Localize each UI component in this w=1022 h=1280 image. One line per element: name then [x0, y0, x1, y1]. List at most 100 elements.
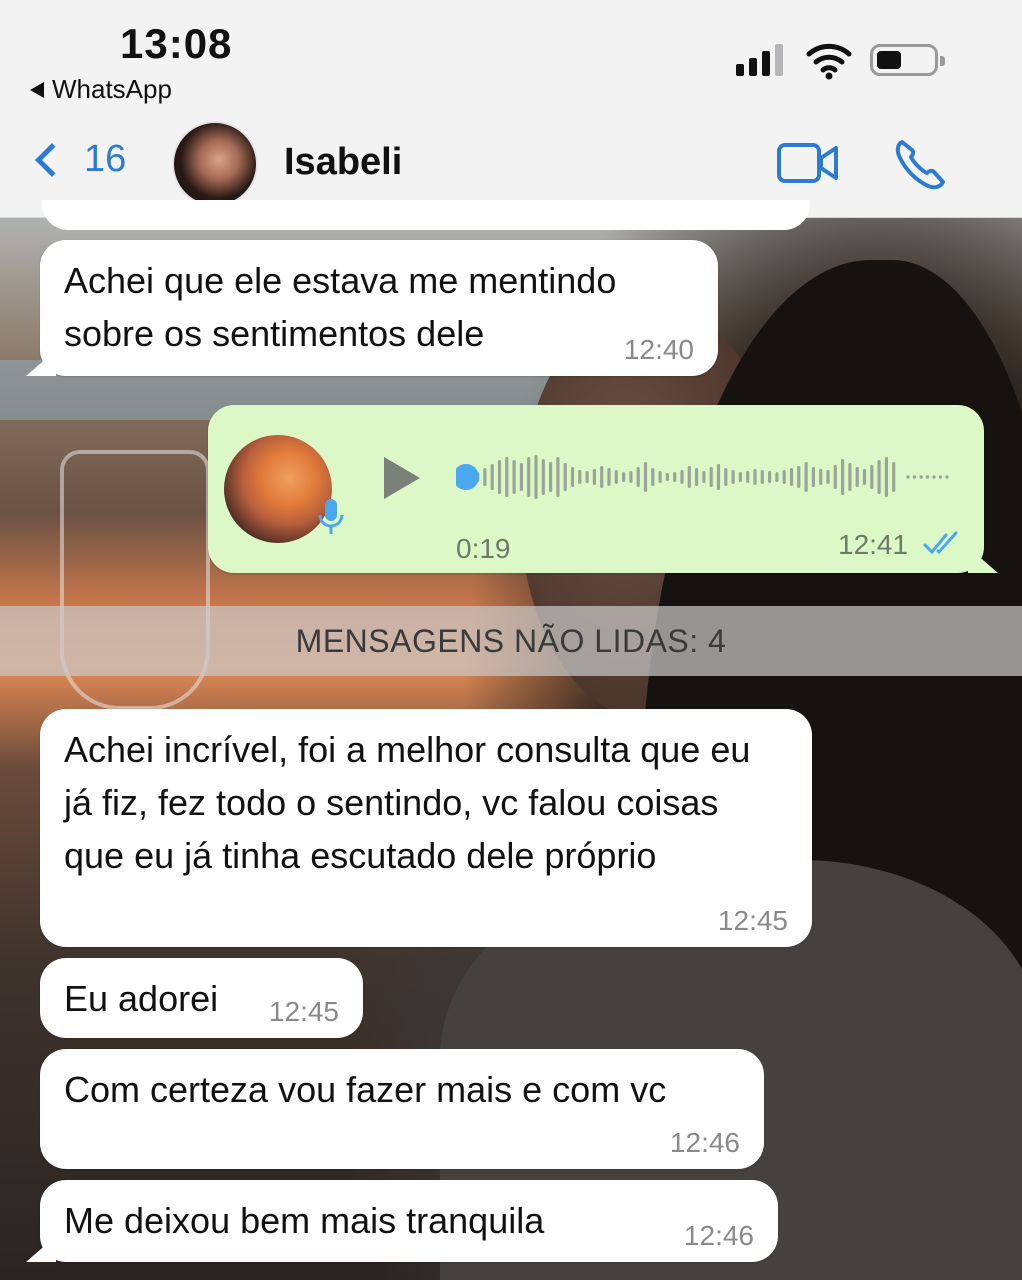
microphone-icon [318, 499, 344, 534]
waveform-bar [600, 466, 604, 488]
waveform-dot [912, 475, 917, 479]
outgoing-voice-message[interactable]: 0:19 12:41 [208, 405, 998, 573]
message-text: Achei que ele estava me mentindo sobre o… [64, 260, 617, 354]
waveform-bar [724, 468, 728, 486]
incoming-message[interactable]: Me deixou bem mais tranquila 12:46 [26, 1180, 778, 1262]
waveform-bar [892, 462, 896, 492]
waveform-bar [716, 464, 721, 490]
waveform-dot [919, 475, 923, 479]
contact-avatar[interactable] [172, 121, 258, 207]
message-text: Com certeza vou fazer mais e com vc [64, 1069, 667, 1110]
incoming-message[interactable]: Achei incrível, foi a melhor consulta qu… [40, 709, 812, 947]
unread-chats-count: 16 [84, 138, 127, 180]
waveform-bar [483, 468, 487, 486]
waveform-bar [549, 462, 553, 492]
waveform-bar [622, 472, 626, 482]
waveform-bar [826, 470, 830, 484]
waveform-bar [519, 463, 523, 491]
waveform-bar [797, 466, 801, 488]
waveform-bar [811, 467, 815, 487]
waveform-bar [768, 471, 772, 483]
waveform-bar [702, 471, 706, 483]
double-check-icon [923, 531, 958, 555]
play-icon[interactable] [384, 457, 420, 499]
back-to-app-link[interactable]: WhatsApp [30, 74, 172, 105]
waveform-dot [906, 475, 910, 479]
waveform-dot [932, 475, 936, 479]
waveform-bar [673, 472, 677, 482]
waveform-bar [804, 462, 808, 492]
back-to-chats-button[interactable]: 16 [30, 138, 126, 181]
waveform-bar [855, 467, 859, 487]
waveform-bar [607, 468, 611, 486]
waveform-bar [541, 459, 545, 495]
waveform-dot [938, 475, 943, 479]
back-app-label: WhatsApp [52, 74, 172, 104]
waveform-bar [833, 465, 837, 489]
message-time: 12:40 [623, 334, 694, 365]
waveform-bar [709, 467, 713, 487]
waveform-dot [945, 475, 949, 479]
status-time: 13:08 [120, 20, 233, 67]
message-time: 12:46 [669, 1127, 740, 1158]
waveform-bar [629, 471, 633, 483]
waveform-bar [592, 469, 596, 485]
waveform-bar [870, 465, 874, 489]
message-time: 12:41 [838, 529, 909, 560]
waveform-bar [687, 466, 691, 488]
waveform-bar [782, 470, 786, 484]
waveform-bar [746, 471, 750, 483]
battery-icon [870, 44, 945, 76]
waveform-bar [760, 470, 764, 484]
waveform-bar [658, 471, 662, 483]
waveform-bar [556, 457, 560, 497]
incoming-message[interactable]: Achei que ele estava me mentindo sobre o… [26, 240, 718, 376]
waveform-bar [877, 460, 881, 494]
waveform-bar [512, 460, 516, 494]
waveform-bar [570, 467, 575, 487]
waveform-bar [848, 463, 852, 491]
waveform-bar [841, 459, 845, 495]
video-call-icon[interactable] [776, 140, 840, 186]
wifi-icon [806, 43, 852, 80]
unread-messages-banner: MENSAGENS NÃO LIDAS: 4 [0, 606, 1022, 676]
waveform-bar [884, 457, 888, 497]
message-time: 12:45 [717, 905, 788, 936]
message-text: Me deixou bem mais tranquila [64, 1200, 545, 1241]
waveform-bar [614, 470, 618, 484]
contact-name[interactable]: Isabeli [284, 141, 402, 184]
waveform-bar [731, 470, 735, 484]
waveform-bar [819, 469, 823, 485]
cellular-signal-icon [736, 44, 783, 76]
waveform-bar [643, 462, 648, 492]
previous-message-edge [42, 200, 810, 230]
waveform-bar [563, 463, 567, 491]
voice-duration: 0:19 [456, 533, 511, 564]
waveform-bar [505, 457, 509, 497]
phone-icon[interactable] [894, 136, 946, 190]
waveform-bar [695, 468, 699, 486]
waveform-bar [585, 471, 589, 483]
waveform-bar [665, 473, 669, 481]
back-chevron-icon [35, 142, 69, 177]
waveform-bar [578, 470, 582, 484]
message-text: Achei incrível, foi a melhor consulta qu… [64, 729, 751, 876]
waveform-bar [680, 470, 684, 484]
playback-progress-knob[interactable] [456, 464, 479, 490]
waveform-bar [636, 467, 640, 487]
incoming-message[interactable]: Eu adorei 12:45 [40, 958, 363, 1038]
message-time: 12:45 [268, 996, 339, 1027]
incoming-message[interactable]: Com certeza vou fazer mais e com vc 12:4… [40, 1049, 764, 1169]
back-triangle-icon [30, 81, 44, 98]
waveform-bar [789, 468, 794, 486]
waveform-bar [527, 457, 531, 497]
waveform-bar [738, 472, 742, 482]
waveform-dot [925, 475, 930, 479]
waveform-bar [497, 460, 502, 494]
waveform-bar [753, 469, 757, 485]
waveform-bar [651, 468, 655, 486]
waveform-bar [534, 455, 538, 499]
message-time: 12:46 [683, 1220, 754, 1251]
voice-waveform[interactable] [456, 453, 956, 501]
waveform-bar [775, 472, 779, 482]
